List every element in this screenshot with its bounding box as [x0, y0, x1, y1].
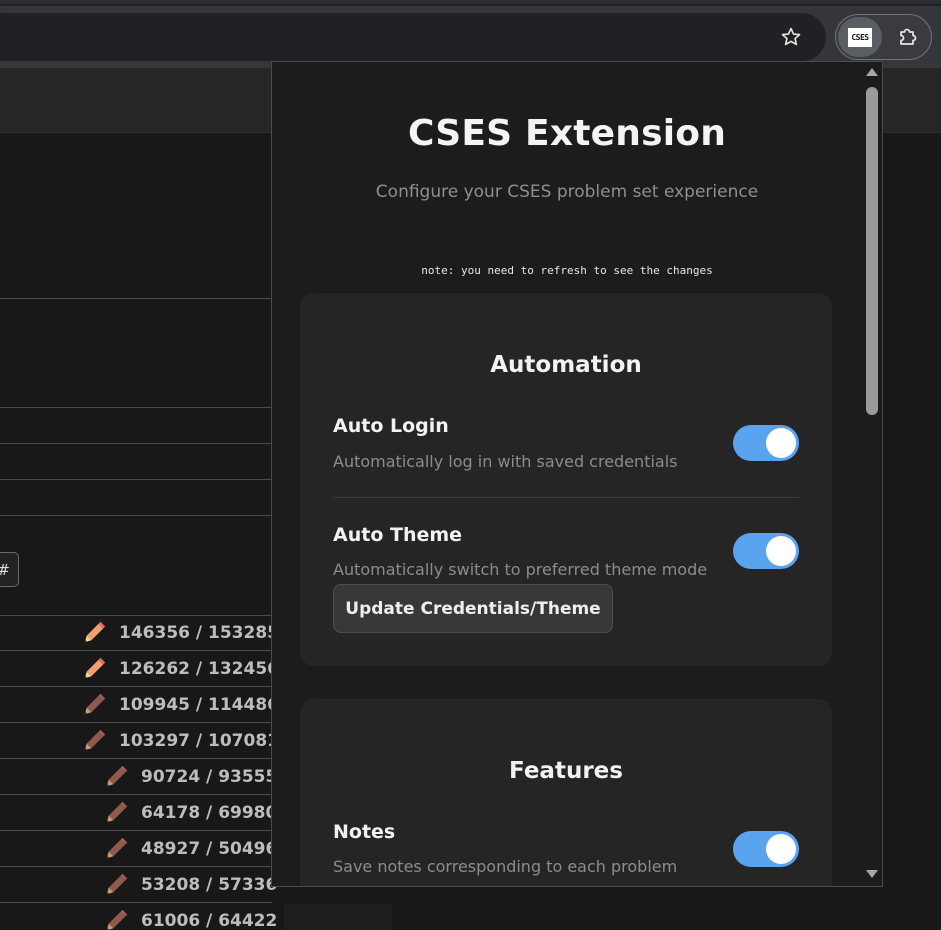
- toggle-knob: [766, 834, 796, 864]
- edit-pencil-icon[interactable]: [82, 693, 106, 717]
- update-credentials-button[interactable]: Update Credentials/Theme: [333, 584, 613, 633]
- notes-label: Notes: [333, 821, 396, 843]
- solve-count: 64178 / 69980: [141, 803, 278, 823]
- cses-logo-icon: CSES: [848, 27, 872, 47]
- solve-count: 90724 / 93555: [141, 767, 278, 787]
- divider-line: [0, 298, 272, 299]
- notes-toggle[interactable]: [733, 831, 799, 867]
- problem-row: 90724 / 93555: [0, 759, 277, 795]
- features-card: Features Notes Save notes corresponding …: [300, 699, 832, 886]
- solve-count: 146356 / 153285: [119, 623, 279, 643]
- problem-row: 48927 / 50496: [0, 831, 277, 867]
- problem-row: 53208 / 57336: [0, 867, 277, 903]
- solve-count: 126262 / 132456: [119, 659, 279, 679]
- problem-row: 146356 / 153285: [0, 615, 279, 651]
- popup-title: CSES Extension: [407, 113, 727, 154]
- popup-content: CSES Extension Configure your CSES probl…: [272, 62, 862, 886]
- solve-count: 103297 / 107081: [119, 731, 279, 751]
- puzzle-piece-icon: [900, 28, 917, 45]
- edit-pencil-icon[interactable]: [104, 873, 128, 897]
- problem-row: 103297 / 107081: [0, 723, 279, 759]
- scroll-up-arrow-icon[interactable]: [866, 68, 878, 76]
- extension-popup: CSES Extension Configure your CSES probl…: [271, 61, 883, 887]
- scrollbar-thumb[interactable]: [866, 87, 878, 415]
- edit-pencil-icon[interactable]: [104, 765, 128, 789]
- solve-count: 61006 / 64422: [141, 911, 278, 930]
- solve-count: 109945 / 114486: [119, 695, 279, 715]
- edit-pencil-icon[interactable]: [82, 621, 106, 645]
- features-title: Features: [509, 758, 623, 784]
- problem-row: 64178 / 69980: [0, 795, 277, 831]
- notes-description: Save notes corresponding to each problem: [333, 857, 678, 876]
- browser-toolbar: CSES: [0, 6, 941, 68]
- toggle-knob: [766, 428, 796, 458]
- problem-row: 126262 / 132456: [0, 651, 279, 687]
- divider-line: [0, 515, 272, 516]
- automation-card: Automation Auto Login Automatically log …: [300, 293, 832, 666]
- extensions-group: CSES: [835, 14, 932, 60]
- problem-row: 61006 / 64422: [0, 903, 277, 930]
- popup-scrollbar[interactable]: [862, 62, 882, 886]
- status-cell: [284, 904, 392, 930]
- auto-theme-label: Auto Theme: [333, 524, 463, 546]
- refresh-note: note: you need to refresh to see the cha…: [421, 264, 713, 277]
- auto-login-toggle[interactable]: [733, 425, 799, 461]
- solve-count: 53208 / 57336: [141, 875, 278, 895]
- edit-pencil-icon[interactable]: [82, 729, 106, 753]
- edit-pencil-icon[interactable]: [104, 837, 128, 861]
- auto-login-description: Automatically log in with saved credenti…: [333, 452, 678, 471]
- hash-button[interactable]: #: [0, 552, 19, 587]
- toggle-knob: [766, 536, 796, 566]
- edit-pencil-icon[interactable]: [104, 909, 128, 930]
- edit-pencil-icon[interactable]: [104, 801, 128, 825]
- divider-line: [0, 479, 272, 480]
- auto-login-label: Auto Login: [333, 415, 449, 437]
- divider-line: [0, 443, 272, 444]
- auto-theme-toggle[interactable]: [733, 533, 799, 569]
- edit-pencil-icon[interactable]: [82, 657, 106, 681]
- auto-theme-description: Automatically switch to preferred theme …: [333, 560, 708, 579]
- solve-count: 48927 / 50496: [141, 839, 278, 859]
- problem-row: 109945 / 114486: [0, 687, 279, 723]
- automation-title: Automation: [490, 352, 642, 378]
- star-outline-icon: [781, 27, 801, 46]
- bookmark-star-button[interactable]: [772, 18, 810, 56]
- settings-divider: [333, 497, 799, 498]
- cses-extension-button[interactable]: CSES: [838, 17, 882, 57]
- divider-line: [0, 407, 272, 408]
- scroll-down-arrow-icon[interactable]: [866, 870, 878, 878]
- popup-subtitle: Configure your CSES problem set experien…: [375, 182, 759, 202]
- address-bar[interactable]: [0, 13, 826, 61]
- extensions-menu-button[interactable]: [888, 18, 928, 56]
